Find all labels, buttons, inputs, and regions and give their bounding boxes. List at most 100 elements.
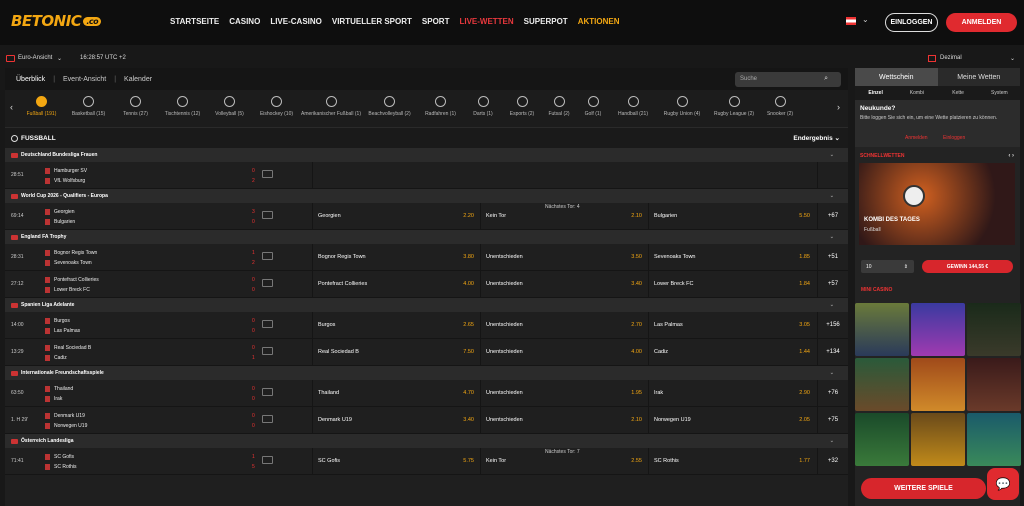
more-markets-button[interactable]: +75 bbox=[817, 407, 848, 433]
more-markets-button[interactable]: +156 bbox=[817, 312, 848, 338]
more-games-button[interactable]: WEITERE SPIELE bbox=[861, 478, 986, 499]
language-flag-icon[interactable] bbox=[846, 17, 856, 25]
match-row[interactable]: 1. H 29' Denmark U19 Norwegen U19 0 0 Denmark… bbox=[5, 407, 848, 434]
tab-meine-wetten[interactable]: Meine Wetten bbox=[937, 68, 1020, 86]
stats-icon[interactable] bbox=[262, 320, 273, 328]
promo-banner[interactable]: KOMBI DES TAGES Fußball bbox=[859, 163, 1015, 245]
stats-icon[interactable] bbox=[262, 170, 273, 178]
more-markets-button[interactable]: +51 bbox=[817, 244, 848, 270]
odds-button[interactable]: Burgos 2.65 bbox=[312, 312, 479, 338]
league-header[interactable]: England FA Trophy ⌄ bbox=[5, 230, 848, 244]
more-markets-button[interactable]: +67 bbox=[817, 203, 848, 229]
logo[interactable]: BETONIC .co bbox=[11, 12, 102, 30]
carousel-arrows-icon[interactable]: ‹ › bbox=[1008, 153, 1014, 159]
more-markets-button[interactable]: +76 bbox=[817, 380, 848, 406]
odds-button[interactable]: Denmark U19 3.40 bbox=[312, 407, 479, 433]
odds-button[interactable]: SC Gofis 5.75 bbox=[312, 448, 479, 474]
sport-ice-hockey[interactable]: Eishockey (10) bbox=[253, 90, 300, 117]
odds-button[interactable]: Pontefract Collieries 4.00 bbox=[312, 271, 479, 297]
more-markets-button[interactable] bbox=[817, 162, 848, 188]
odds-button[interactable]: Bulgarien 5.50 bbox=[648, 203, 815, 229]
bet-type-einzel[interactable]: Einzel bbox=[855, 86, 896, 100]
tab-wettschein[interactable]: Wettschein bbox=[855, 68, 938, 86]
game-tile[interactable] bbox=[855, 413, 909, 466]
stake-input[interactable]: 10 ⇕ bbox=[861, 260, 914, 273]
tab-uberblick[interactable]: Überblick bbox=[16, 76, 45, 83]
odds-button[interactable]: Sevenoaks Town 1.85 bbox=[648, 244, 815, 270]
login-link[interactable]: Einloggen bbox=[943, 135, 965, 141]
match-row[interactable]: 13:29 Real Sociedad B Cadiz 0 1 Real Sociedad… bbox=[5, 339, 848, 366]
register-button[interactable]: ANMELDEN bbox=[946, 13, 1017, 32]
sport-football[interactable]: Fußball (191) bbox=[18, 90, 65, 117]
stats-icon[interactable] bbox=[262, 211, 273, 219]
more-markets-button[interactable]: +134 bbox=[817, 339, 848, 365]
sport-basketball[interactable]: Basketball (15) bbox=[65, 90, 112, 117]
sport-rugby-union[interactable]: Rugby Union (4) bbox=[656, 90, 708, 117]
stats-icon[interactable] bbox=[262, 388, 273, 396]
menu-aktionen[interactable]: AKTIONEN bbox=[578, 17, 620, 26]
tab-kalender[interactable]: Kalender bbox=[124, 76, 152, 83]
odds-button[interactable]: Unentschieden 3.50 bbox=[480, 244, 647, 270]
stats-icon[interactable] bbox=[262, 279, 273, 287]
odds-button[interactable]: Cadiz 1.44 bbox=[648, 339, 815, 365]
game-tile[interactable] bbox=[855, 303, 909, 356]
sport-american-football[interactable]: Amerikanischer Fußball (1) bbox=[300, 90, 362, 117]
search-input[interactable]: Suche ⌕ bbox=[735, 72, 841, 87]
match-row[interactable]: 63:50 Thailand Irak 0 0 Thailand 4.70 Unentschi… bbox=[5, 380, 848, 407]
league-header[interactable]: Deutschland Bundesliga Frauen ⌄ bbox=[5, 148, 848, 162]
sport-rugby-league[interactable]: Rugby League (2) bbox=[708, 90, 760, 117]
odds-button[interactable]: Bognor Regis Town 3.80 bbox=[312, 244, 479, 270]
menu-superpot[interactable]: SUPERPOT bbox=[524, 17, 568, 26]
match-row[interactable]: 28:51 Hamburger SV VfL Wolfsburg 0 2 bbox=[5, 162, 848, 189]
stats-icon[interactable] bbox=[262, 415, 273, 423]
odds-button[interactable]: Norwegen U19 2.05 bbox=[648, 407, 815, 433]
sport-volleyball[interactable]: Volleyball (5) bbox=[206, 90, 253, 117]
league-header[interactable]: Internationale Freundschaftsspiele ⌄ bbox=[5, 366, 848, 380]
sport-tennis[interactable]: Tennis (27) bbox=[112, 90, 159, 117]
match-row[interactable]: 69:14 Georgien Bulgarien 3 0 Nächstes Tor: 4G… bbox=[5, 203, 848, 230]
odds-button[interactable]: Unentschieden 4.00 bbox=[480, 339, 647, 365]
register-link[interactable]: Anmelden bbox=[905, 135, 928, 141]
game-tile[interactable] bbox=[855, 358, 909, 411]
odds-button[interactable]: Lower Breck FC 1.84 bbox=[648, 271, 815, 297]
more-markets-button[interactable]: +32 bbox=[817, 448, 848, 474]
menu-virtueller-sport[interactable]: VIRTUELLER SPORT bbox=[332, 17, 412, 26]
game-tile[interactable] bbox=[967, 358, 1021, 411]
stats-icon[interactable] bbox=[262, 252, 273, 260]
odds-button[interactable]: Thailand 4.70 bbox=[312, 380, 479, 406]
menu-live-casino[interactable]: LIVE-CASINO bbox=[270, 17, 322, 26]
chat-icon[interactable]: 💬 bbox=[987, 468, 1019, 500]
league-header[interactable]: Österreich Landesliga ⌄ bbox=[5, 434, 848, 448]
menu-startseite[interactable]: STARTSEITE bbox=[170, 17, 219, 26]
chevron-right-icon[interactable]: › bbox=[837, 102, 840, 112]
chevron-left-icon[interactable]: ‹ bbox=[10, 102, 13, 112]
sport-cycling[interactable]: Radfahren (1) bbox=[417, 90, 464, 117]
odds-button[interactable]: Unentschieden 2.70 bbox=[480, 312, 647, 338]
stepper-icon[interactable]: ⇕ bbox=[904, 264, 908, 270]
odds-button[interactable]: Unentschieden 2.10 bbox=[480, 407, 647, 433]
game-tile[interactable] bbox=[967, 413, 1021, 466]
match-row[interactable]: 28:31 Bognor Regis Town Sevenoaks Town 1 2 Bo… bbox=[5, 244, 848, 271]
market-select[interactable]: Endergebnis ⌄ bbox=[793, 134, 840, 142]
odds-button[interactable]: SC Rothis 1.77 bbox=[648, 448, 815, 474]
game-tile[interactable] bbox=[967, 303, 1021, 356]
sport-golf[interactable]: Golf (1) bbox=[576, 90, 610, 117]
sport-handball[interactable]: Handball (21) bbox=[610, 90, 656, 117]
stats-icon[interactable] bbox=[262, 456, 273, 464]
odds-button[interactable]: Unentschieden 1.95 bbox=[480, 380, 647, 406]
sport-darts[interactable]: Darts (1) bbox=[464, 90, 502, 117]
match-row[interactable]: 27:12 Pontefract Collieries Lower Breck FC… bbox=[5, 271, 848, 298]
sport-beach-volleyball[interactable]: Beachvolleyball (2) bbox=[362, 90, 417, 117]
game-tile[interactable] bbox=[911, 358, 965, 411]
view-select[interactable]: Euro-Ansicht bbox=[18, 55, 52, 61]
chevron-down-icon[interactable]: ⌄ bbox=[862, 15, 869, 24]
odds-button[interactable]: Unentschieden 3.40 bbox=[480, 271, 647, 297]
odds-button[interactable]: Kein Tor 2.10 bbox=[480, 203, 647, 229]
more-markets-button[interactable]: +57 bbox=[817, 271, 848, 297]
odds-button[interactable]: Kein Tor 2.55 bbox=[480, 448, 647, 474]
odds-button[interactable]: Las Palmas 3.05 bbox=[648, 312, 815, 338]
login-button[interactable]: EINLOGGEN bbox=[885, 13, 938, 32]
menu-live-wetten[interactable]: LIVE-WETTEN bbox=[459, 17, 513, 26]
game-tile[interactable] bbox=[911, 413, 965, 466]
match-row[interactable]: 14:00 Burgos Las Palmas 0 0 Burgos 2.65 Unentsc… bbox=[5, 312, 848, 339]
